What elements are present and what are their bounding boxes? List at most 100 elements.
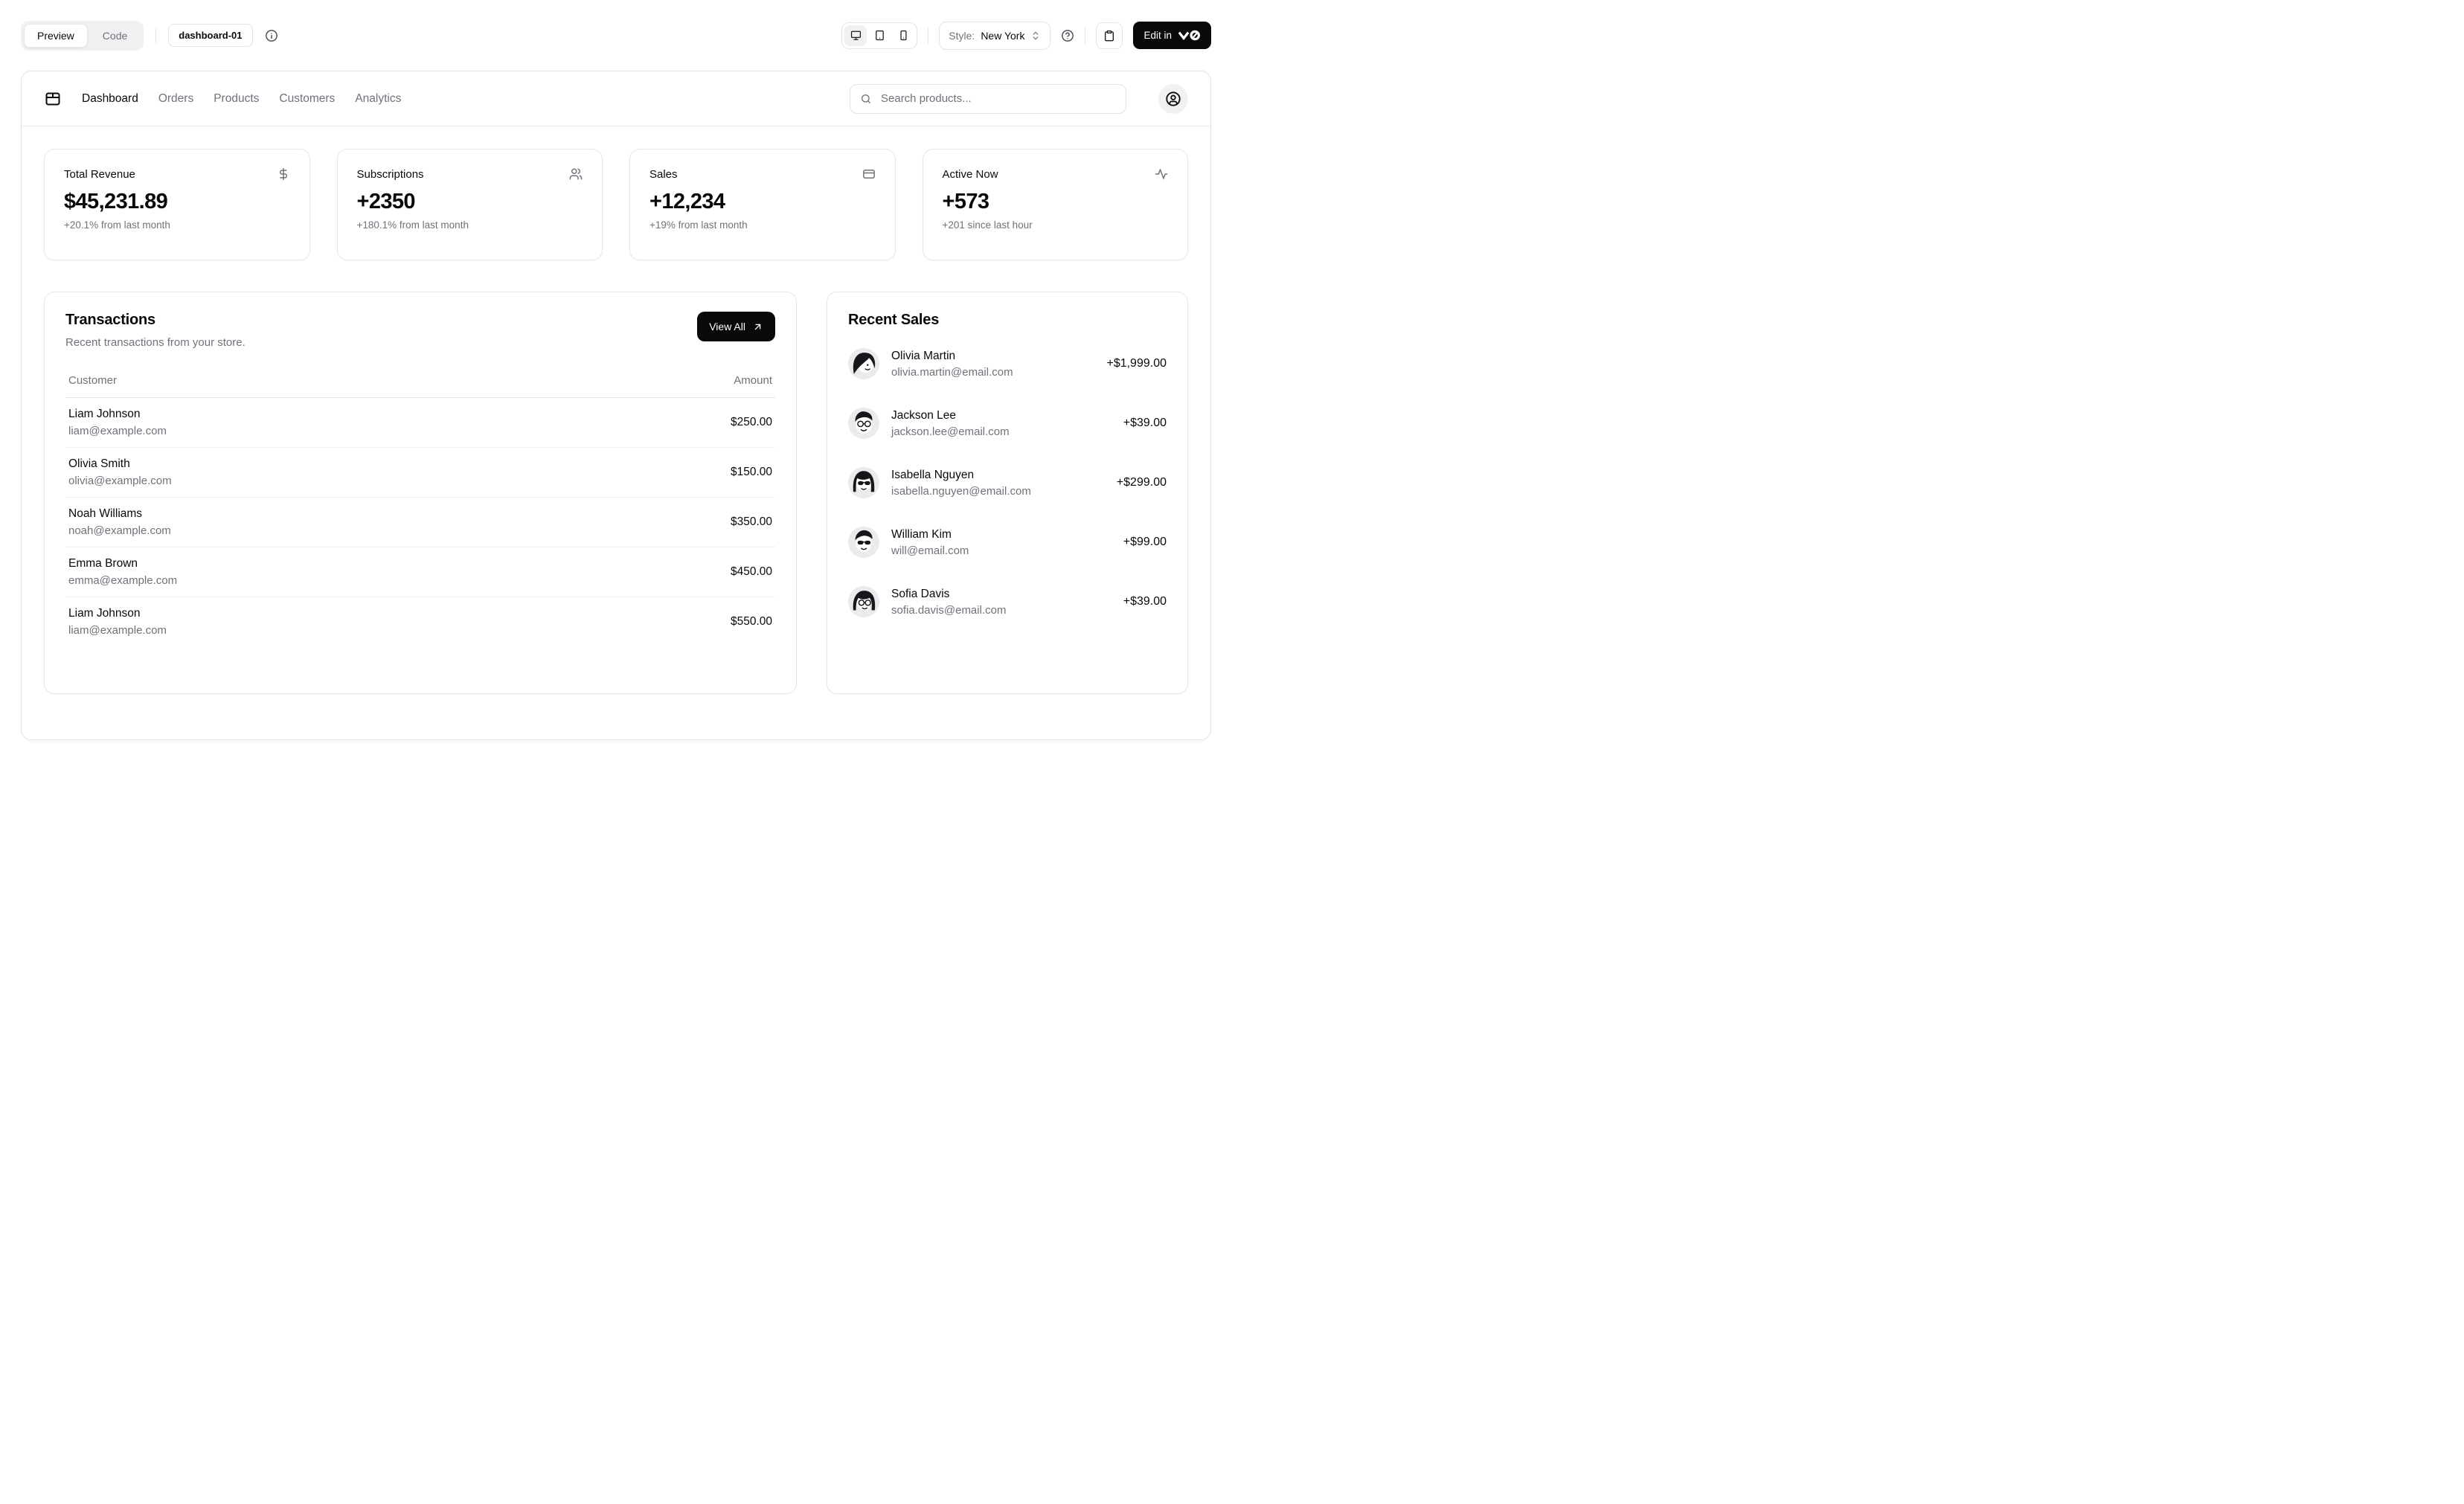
phone-view-button[interactable] (892, 25, 914, 46)
stat-title: Sales (649, 168, 678, 181)
sale-customer-email: jackson.lee@email.com (891, 425, 1010, 438)
user-menu-button[interactable] (1158, 84, 1188, 114)
dashboard-preview-frame: Dashboard Orders Products Customers Analytic… (21, 71, 1211, 740)
stat-change: +201 since last hour (943, 219, 1169, 231)
transaction-row: Olivia Smith olivia@example.com $150.00 (65, 448, 775, 498)
edit-in-v0-label: Edit in (1143, 30, 1172, 41)
info-icon[interactable] (265, 29, 278, 42)
dollar-sign-icon (277, 167, 290, 181)
transaction-row: Emma Brown emma@example.com $450.00 (65, 547, 775, 597)
view-all-button[interactable]: View All (697, 312, 775, 341)
sale-customer-name: Olivia Martin (891, 350, 1013, 363)
customer-name: Noah Williams (68, 507, 171, 521)
sale-customer-name: William Kim (891, 528, 969, 541)
transaction-amount: $150.00 (731, 466, 772, 479)
avatar-male-glasses (848, 408, 879, 439)
activity-icon (1155, 167, 1168, 181)
edit-in-v0-button[interactable]: Edit in (1133, 22, 1211, 49)
nav-links: Dashboard Orders Products Customers Analytic… (82, 92, 401, 106)
tab-code[interactable]: Code (89, 24, 141, 48)
style-select-label: Style: (949, 30, 975, 42)
users-icon (569, 167, 583, 181)
avatar-male-sunglasses (848, 527, 879, 558)
top-toolbar: Preview Code dashboard-01 Style: New Yor… (0, 0, 1232, 71)
transactions-subtitle: Recent transactions from your store. (65, 336, 246, 349)
customer-email: emma@example.com (68, 574, 177, 587)
nav-item-dashboard[interactable]: Dashboard (82, 92, 138, 106)
user-circle-icon (1165, 91, 1181, 107)
registry-badge: dashboard-01 (168, 24, 252, 47)
customer-email: olivia@example.com (68, 475, 172, 487)
transaction-amount: $550.00 (731, 615, 772, 629)
sale-amount: +$39.00 (1123, 417, 1167, 430)
view-all-label: View All (709, 321, 745, 332)
sale-amount: +$39.00 (1123, 595, 1167, 608)
search-icon (860, 93, 872, 105)
sale-customer-email: isabella.nguyen@email.com (891, 485, 1031, 498)
nav-item-products[interactable]: Products (214, 92, 259, 106)
transaction-amount: $250.00 (731, 416, 772, 429)
view-mode-toggle: Preview Code (21, 21, 144, 51)
recent-sale-row: Jackson Lee jackson.lee@email.com +$39.0… (848, 408, 1167, 439)
stat-title: Subscriptions (357, 168, 424, 181)
transaction-row: Noah Williams noah@example.com $350.00 (65, 498, 775, 547)
transactions-title: Transactions (65, 312, 246, 329)
avatar-female-glasses (848, 586, 879, 617)
monitor-icon (850, 30, 862, 41)
stat-card: Active Now +573 +201 since last hour (923, 149, 1189, 260)
recent-sales-list: Olivia Martin olivia.martin@email.com +$… (848, 348, 1167, 617)
stat-value: +12,234 (649, 190, 876, 214)
desktop-view-button[interactable] (844, 25, 867, 46)
stat-change: +20.1% from last month (64, 219, 290, 231)
stat-card: Sales +12,234 +19% from last month (629, 149, 896, 260)
stat-card: Total Revenue $45,231.89 +20.1% from las… (44, 149, 310, 260)
store-logo-icon (44, 90, 62, 108)
dashboard-content: Total Revenue $45,231.89 +20.1% from las… (22, 126, 1210, 716)
sale-customer-name: Isabella Nguyen (891, 469, 1031, 482)
sale-customer-email: sofia.davis@email.com (891, 604, 1006, 617)
transactions-card: Transactions Recent transactions from yo… (44, 292, 797, 694)
arrow-up-right-icon (752, 321, 763, 332)
tablet-icon (874, 30, 885, 41)
app-navbar: Dashboard Orders Products Customers Analytic… (22, 71, 1210, 126)
sale-amount: +$99.00 (1123, 536, 1167, 549)
customer-email: noah@example.com (68, 524, 171, 537)
help-icon[interactable] (1061, 29, 1074, 42)
copy-code-button[interactable] (1096, 22, 1123, 49)
avatar-female-bob (848, 348, 879, 379)
transactions-table: Customer Amount Liam Johnson liam@exampl… (65, 374, 775, 646)
stat-change: +19% from last month (649, 219, 876, 231)
sale-customer-name: Sofia Davis (891, 588, 1006, 601)
tab-preview[interactable]: Preview (24, 24, 88, 48)
search-box (850, 84, 1126, 114)
transaction-row: Liam Johnson liam@example.com $550.00 (65, 597, 775, 646)
stat-value: $45,231.89 (64, 190, 290, 214)
nav-item-analytics[interactable]: Analytics (355, 92, 401, 106)
stat-cards-row: Total Revenue $45,231.89 +20.1% from las… (44, 149, 1188, 260)
search-input[interactable] (879, 91, 1116, 106)
sale-customer-name: Jackson Lee (891, 409, 1010, 422)
chevrons-up-down-icon (1030, 30, 1041, 41)
stat-title: Active Now (943, 168, 998, 181)
customer-name: Liam Johnson (68, 408, 167, 421)
column-header-amount: Amount (734, 374, 772, 387)
nav-item-customers[interactable]: Customers (279, 92, 335, 106)
nav-item-orders[interactable]: Orders (158, 92, 193, 106)
style-select[interactable]: Style: New York (939, 22, 1050, 50)
tablet-view-button[interactable] (868, 25, 891, 46)
recent-sales-card: Recent Sales Olivia Martin olivia.martin… (827, 292, 1188, 694)
recent-sale-row: Olivia Martin olivia.martin@email.com +$… (848, 348, 1167, 379)
credit-card-icon (862, 167, 876, 181)
toolbar-divider (155, 28, 156, 44)
column-header-customer: Customer (68, 374, 117, 387)
stat-change: +180.1% from last month (357, 219, 583, 231)
customer-name: Olivia Smith (68, 457, 172, 471)
transaction-amount: $350.00 (731, 515, 772, 529)
device-size-toggle (841, 22, 917, 49)
customer-name: Emma Brown (68, 557, 177, 571)
stat-value: +2350 (357, 190, 583, 214)
style-select-value: New York (981, 30, 1024, 42)
recent-sale-row: Sofia Davis sofia.davis@email.com +$39.0… (848, 586, 1167, 617)
avatar-female-sunglasses (848, 467, 879, 498)
toolbar-right: Style: New York Edit in (841, 22, 1211, 50)
